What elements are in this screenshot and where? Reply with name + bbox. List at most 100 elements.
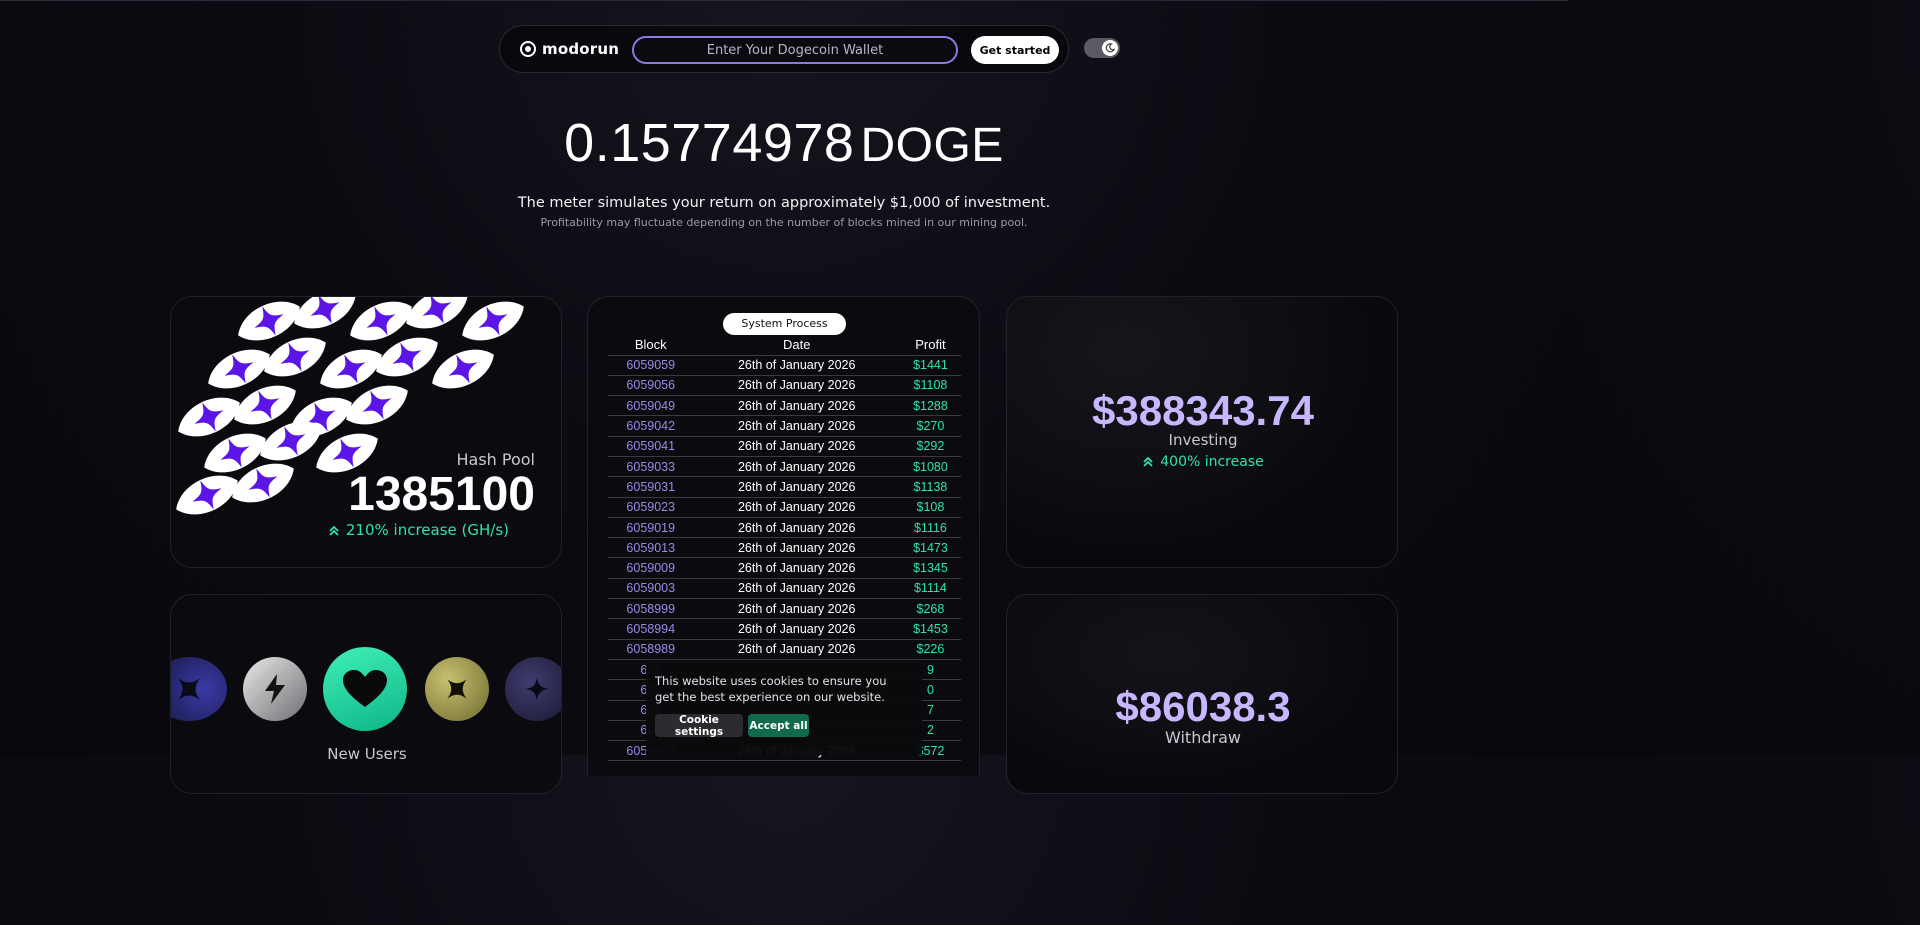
system-process-pill: System Process	[723, 313, 846, 335]
table-row: 6059031 26th of January 2026 $1138	[608, 476, 961, 498]
block-cell: 6058994	[608, 618, 694, 640]
hash-pool-card: Hash Pool 1385100 210% increase (GH/s)	[170, 296, 562, 568]
profit-cell: $1116	[899, 517, 961, 539]
block-cell: 6059019	[608, 517, 694, 539]
table-row: 6058989 26th of January 2026 $226	[608, 639, 961, 660]
cookie-message: This website uses cookies to ensure you …	[655, 674, 887, 704]
table-row: 6059042 26th of January 2026 $270	[608, 415, 961, 437]
hero-note: Profitability may fluctuate depending on…	[540, 216, 1028, 229]
investing-increase: 400% increase	[1007, 454, 1397, 470]
hash-pool-value: 1385100	[348, 468, 535, 521]
table-row: 6059033 26th of January 2026 $1080	[608, 456, 961, 478]
block-cell: 6059042	[608, 415, 694, 437]
date-cell: 26th of January 2026	[693, 395, 900, 417]
block-cell: 6059059	[608, 355, 694, 376]
leaf-shape	[432, 349, 494, 389]
profit-cell: $1108	[899, 375, 961, 397]
block-cell: 6059031	[608, 476, 694, 498]
block-cell: 6059041	[608, 436, 694, 457]
double-chevron-up-icon	[1143, 456, 1153, 467]
leaf-shape	[462, 301, 524, 341]
column-header-block: Block	[608, 335, 694, 356]
block-cell: 6059013	[608, 537, 694, 559]
date-cell: 26th of January 2026	[693, 456, 900, 478]
investing-increase-text: 400% increase	[1160, 454, 1264, 470]
profit-cell: $108	[899, 497, 961, 518]
table-row: 6059056 26th of January 2026 $1108	[608, 375, 961, 397]
withdraw-card: $86038.3 Withdraw	[1006, 594, 1398, 794]
date-cell: 26th of January 2026	[693, 375, 900, 397]
investing-value: $388343.74	[1092, 387, 1314, 434]
block-cell: 6059049	[608, 395, 694, 417]
star-icon	[505, 657, 561, 721]
profit-cell: $1080	[899, 456, 961, 478]
profit-cell: $1345	[899, 557, 961, 579]
brand-logo[interactable]: modorun	[520, 40, 619, 58]
doge-unit: DOGE	[860, 119, 1004, 172]
table-row: 6059003 26th of January 2026 $1114	[608, 578, 961, 600]
doge-amount: 0.15774978	[564, 113, 855, 173]
profit-cell: $1441	[899, 355, 961, 376]
investing-label: Investing	[1168, 431, 1238, 449]
table-row: 6059041 26th of January 2026 $292	[608, 436, 961, 457]
logo-icon	[520, 41, 536, 57]
profit-cell: $1473	[899, 537, 961, 559]
column-header-date: Date	[693, 335, 900, 356]
profit-cell: $1453	[899, 618, 961, 640]
profit-cell: $226	[899, 639, 961, 660]
investing-card: $388343.74 Investing 400% increase	[1006, 296, 1398, 568]
date-cell: 26th of January 2026	[693, 537, 900, 559]
withdraw-label: Withdraw	[1165, 728, 1241, 747]
date-cell: 26th of January 2026	[693, 578, 900, 600]
date-cell: 26th of January 2026	[693, 415, 900, 437]
get-started-button[interactable]: Get started	[971, 36, 1059, 64]
profit-cell: $1288	[899, 395, 961, 417]
date-cell: 26th of January 2026	[693, 598, 900, 620]
block-cell: 6059023	[608, 497, 694, 518]
wallet-input[interactable]	[632, 36, 958, 64]
accept-all-button[interactable]: Accept all	[748, 714, 809, 737]
date-cell: 26th of January 2026	[693, 517, 900, 539]
withdraw-value: $86038.3	[1115, 683, 1291, 730]
date-cell: 26th of January 2026	[693, 436, 900, 457]
table-row: 6059059 26th of January 2026 $1441	[608, 355, 961, 376]
theme-toggle[interactable]	[1084, 38, 1120, 58]
top-divider	[0, 0, 1568, 1]
table-row: 6059023 26th of January 2026 $108	[608, 497, 961, 518]
table-header-row: Block Date Profit	[608, 335, 961, 356]
x-shape-icon	[425, 657, 489, 721]
date-cell: 26th of January 2026	[693, 618, 900, 640]
doge-meter: 0.15774978 DOGE	[0, 112, 1568, 174]
date-cell: 26th of January 2026	[693, 355, 900, 376]
profit-cell: $270	[899, 415, 961, 437]
top-navbar: modorun Get started	[499, 25, 1069, 73]
block-cell: 6059003	[608, 578, 694, 600]
table-row: 6059013 26th of January 2026 $1473	[608, 537, 961, 559]
lightning-icon	[243, 657, 307, 721]
hash-pool-increase: 210% increase (GH/s)	[328, 521, 509, 539]
x-shape-icon	[171, 657, 227, 721]
profit-cell: $1114	[899, 578, 961, 600]
cookie-settings-button[interactable]: Cookie settings	[655, 714, 743, 738]
table-row: 6059049 26th of January 2026 $1288	[608, 395, 961, 417]
table-row: 6058994 26th of January 2026 $1453	[608, 618, 961, 640]
moon-icon	[1102, 40, 1118, 56]
brand-name: modorun	[542, 40, 620, 58]
column-header-profit: Profit	[899, 335, 961, 356]
date-cell: 26th of January 2026	[693, 557, 900, 579]
profit-cell: $292	[899, 436, 961, 457]
new-users-label: New Users	[327, 745, 407, 763]
table-row: 6059019 26th of January 2026 $1116	[608, 517, 961, 539]
date-cell: 26th of January 2026	[693, 476, 900, 498]
table-row: 6058999 26th of January 2026 $268	[608, 598, 961, 620]
double-chevron-up-icon	[329, 525, 339, 536]
profit-cell: $268	[899, 598, 961, 620]
date-cell: 26th of January 2026	[693, 639, 900, 660]
heart-icon	[323, 647, 407, 731]
cookie-banner: This website uses cookies to ensure you …	[646, 663, 922, 755]
table-row: 6059009 26th of January 2026 $1345	[608, 557, 961, 579]
hash-pool-increase-text: 210% increase (GH/s)	[345, 521, 509, 539]
date-cell: 26th of January 2026	[693, 497, 900, 518]
block-cell: 6059056	[608, 375, 694, 397]
block-cell: 6059009	[608, 557, 694, 579]
